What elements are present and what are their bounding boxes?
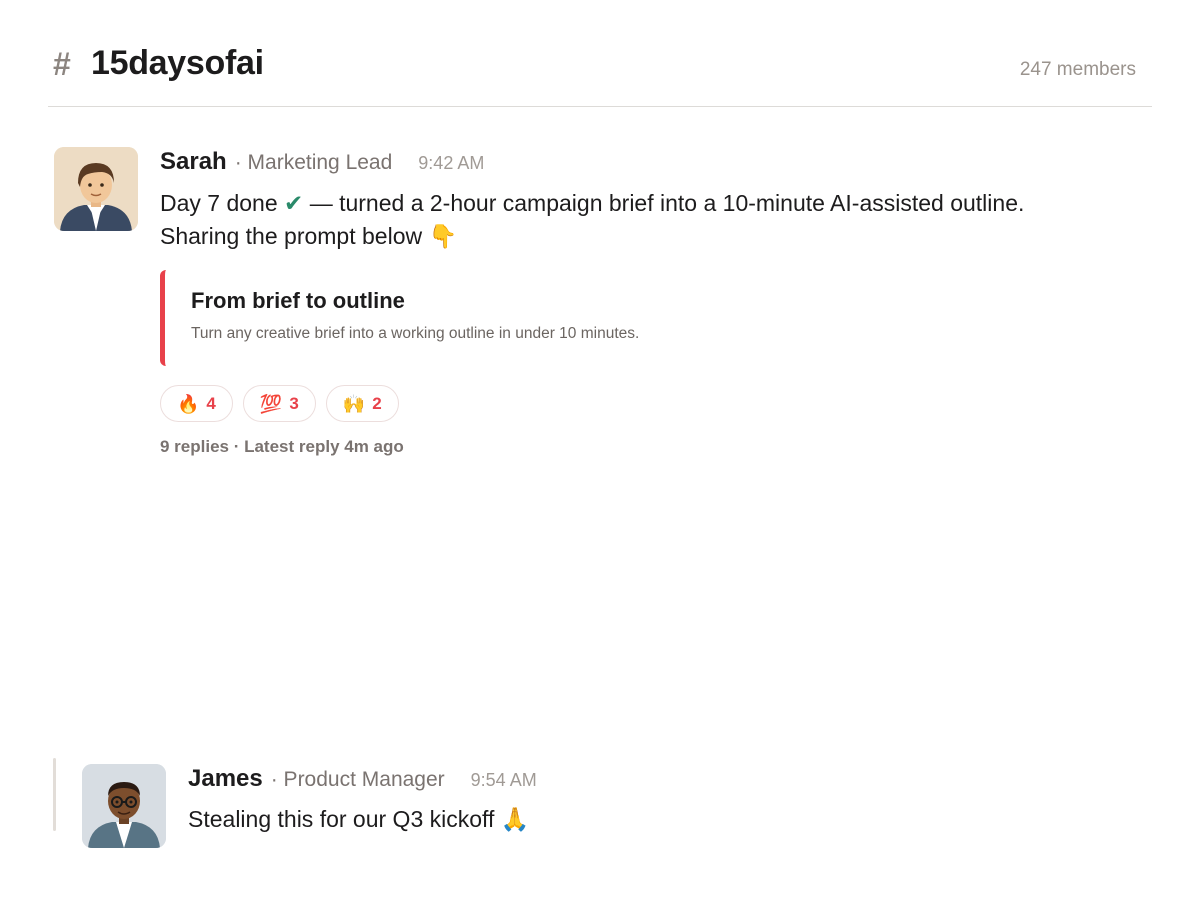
channel-header: # 15daysofai 247 members (48, 0, 1152, 107)
raised-hands-icon: 🙌 (342, 393, 366, 414)
fire-icon: 🔥 (177, 393, 200, 414)
author-role: · Marketing Lead (234, 151, 393, 174)
message-line-1: Day 7 done ✔ — turned a 2-hour campaign … (160, 187, 1160, 220)
message-line-2: Sharing the prompt below 👇 (160, 223, 458, 249)
reaction-count: 4 (206, 393, 216, 413)
hash-icon: # (53, 46, 71, 82)
reply-header: James · Product Manager 9:54 AM (188, 765, 537, 793)
message-header: Sarah · Marketing Lead 9:42 AM (160, 148, 484, 176)
card-description: Turn any creative brief into a working o… (191, 325, 640, 342)
prompt-card[interactable]: From brief to outline Turn any creative … (160, 270, 700, 366)
timestamp[interactable]: 9:54 AM (471, 770, 537, 790)
check-icon: ✔ (284, 190, 304, 216)
channel-name[interactable]: 15daysofai (91, 44, 264, 83)
person-avatar-icon (54, 147, 138, 231)
author-name[interactable]: James (188, 765, 263, 792)
reaction-count: 3 (289, 393, 299, 413)
reply-body: Stealing this for our Q3 kickoff 🙏 (188, 806, 530, 832)
member-count[interactable]: 247 members (1020, 59, 1136, 81)
reaction-raised-hands[interactable]: 🙌 2 (325, 385, 399, 422)
reaction-hundred[interactable]: 💯 3 (242, 385, 316, 422)
reactions: 🔥 4 💯 3 🙌 2 (160, 385, 399, 422)
avatar-sarah[interactable] (54, 147, 138, 231)
reaction-count: 2 (372, 393, 382, 413)
reaction-fire[interactable]: 🔥 4 (160, 385, 233, 422)
message-text: Day 7 done (160, 190, 285, 216)
message-body: Day 7 done ✔ — turned a 2-hour campaign … (160, 187, 1160, 253)
timestamp[interactable]: 9:42 AM (418, 153, 484, 173)
person-avatar-icon (82, 764, 166, 848)
thread-indicator (53, 758, 56, 831)
avatar-james[interactable] (82, 764, 166, 848)
author-role: · Product Manager (270, 768, 445, 791)
channel-view: # 15daysofai 247 members Sarah · Marketin… (0, 0, 1200, 900)
author-name[interactable]: Sarah (160, 148, 227, 175)
message-text: — turned a 2-hour campaign brief into a … (303, 190, 1025, 216)
thread-replies-link[interactable]: 9 replies · Latest reply 4m ago (160, 437, 404, 457)
hundred-icon: 💯 (259, 393, 283, 414)
card-title: From brief to outline (191, 288, 405, 313)
